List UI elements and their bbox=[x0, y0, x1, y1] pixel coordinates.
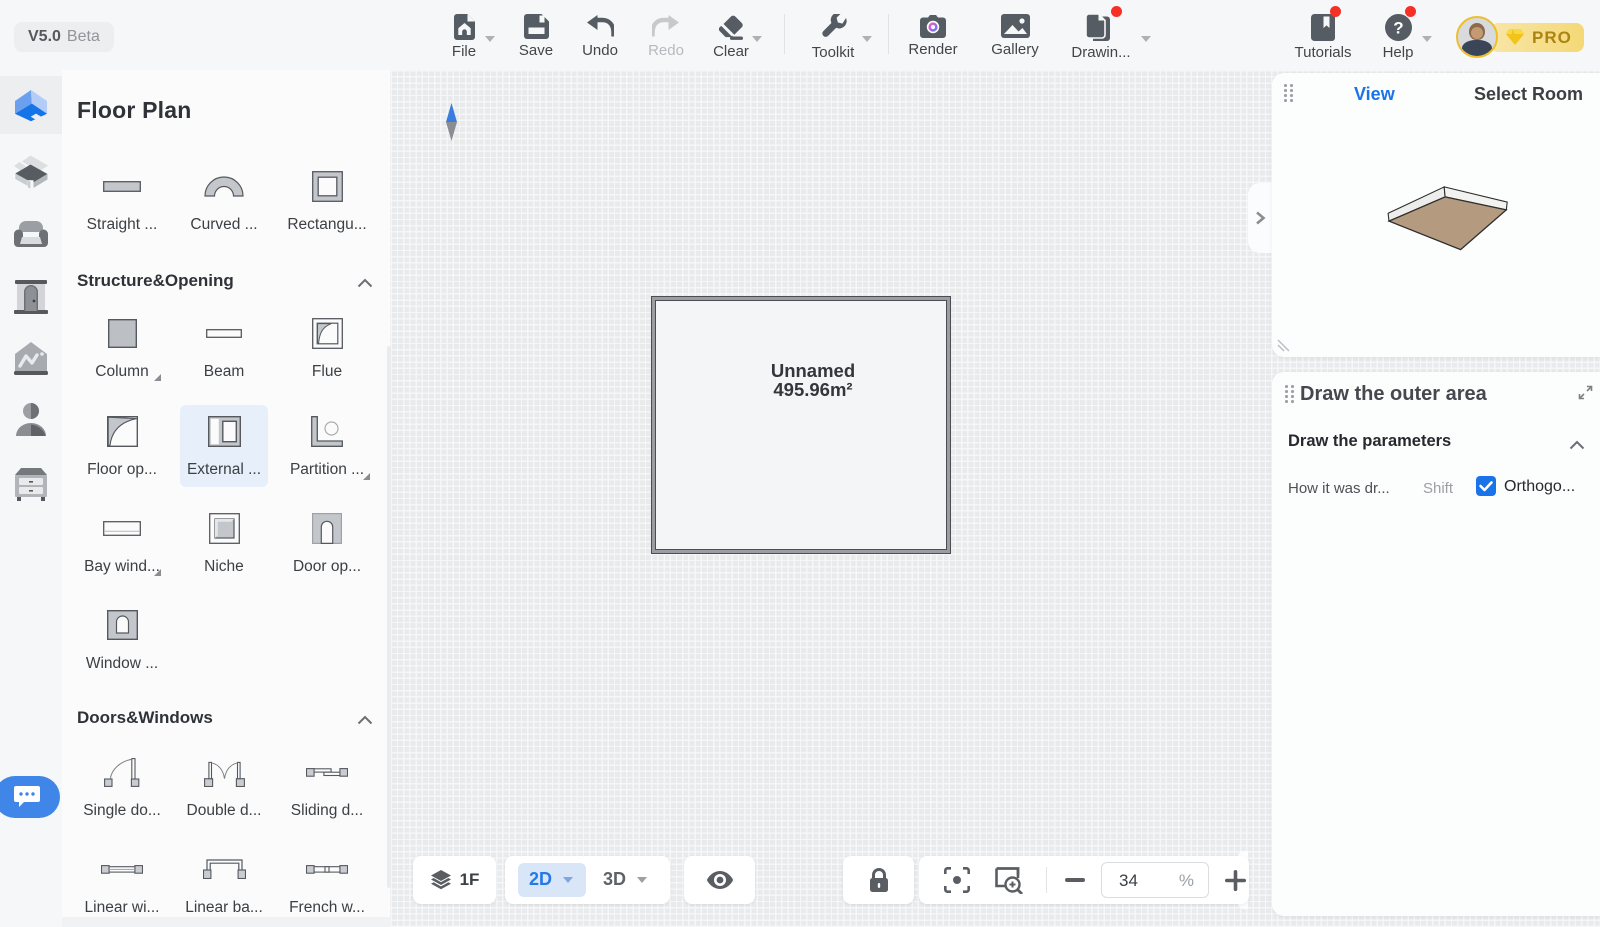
svg-text:?: ? bbox=[1393, 19, 1403, 38]
